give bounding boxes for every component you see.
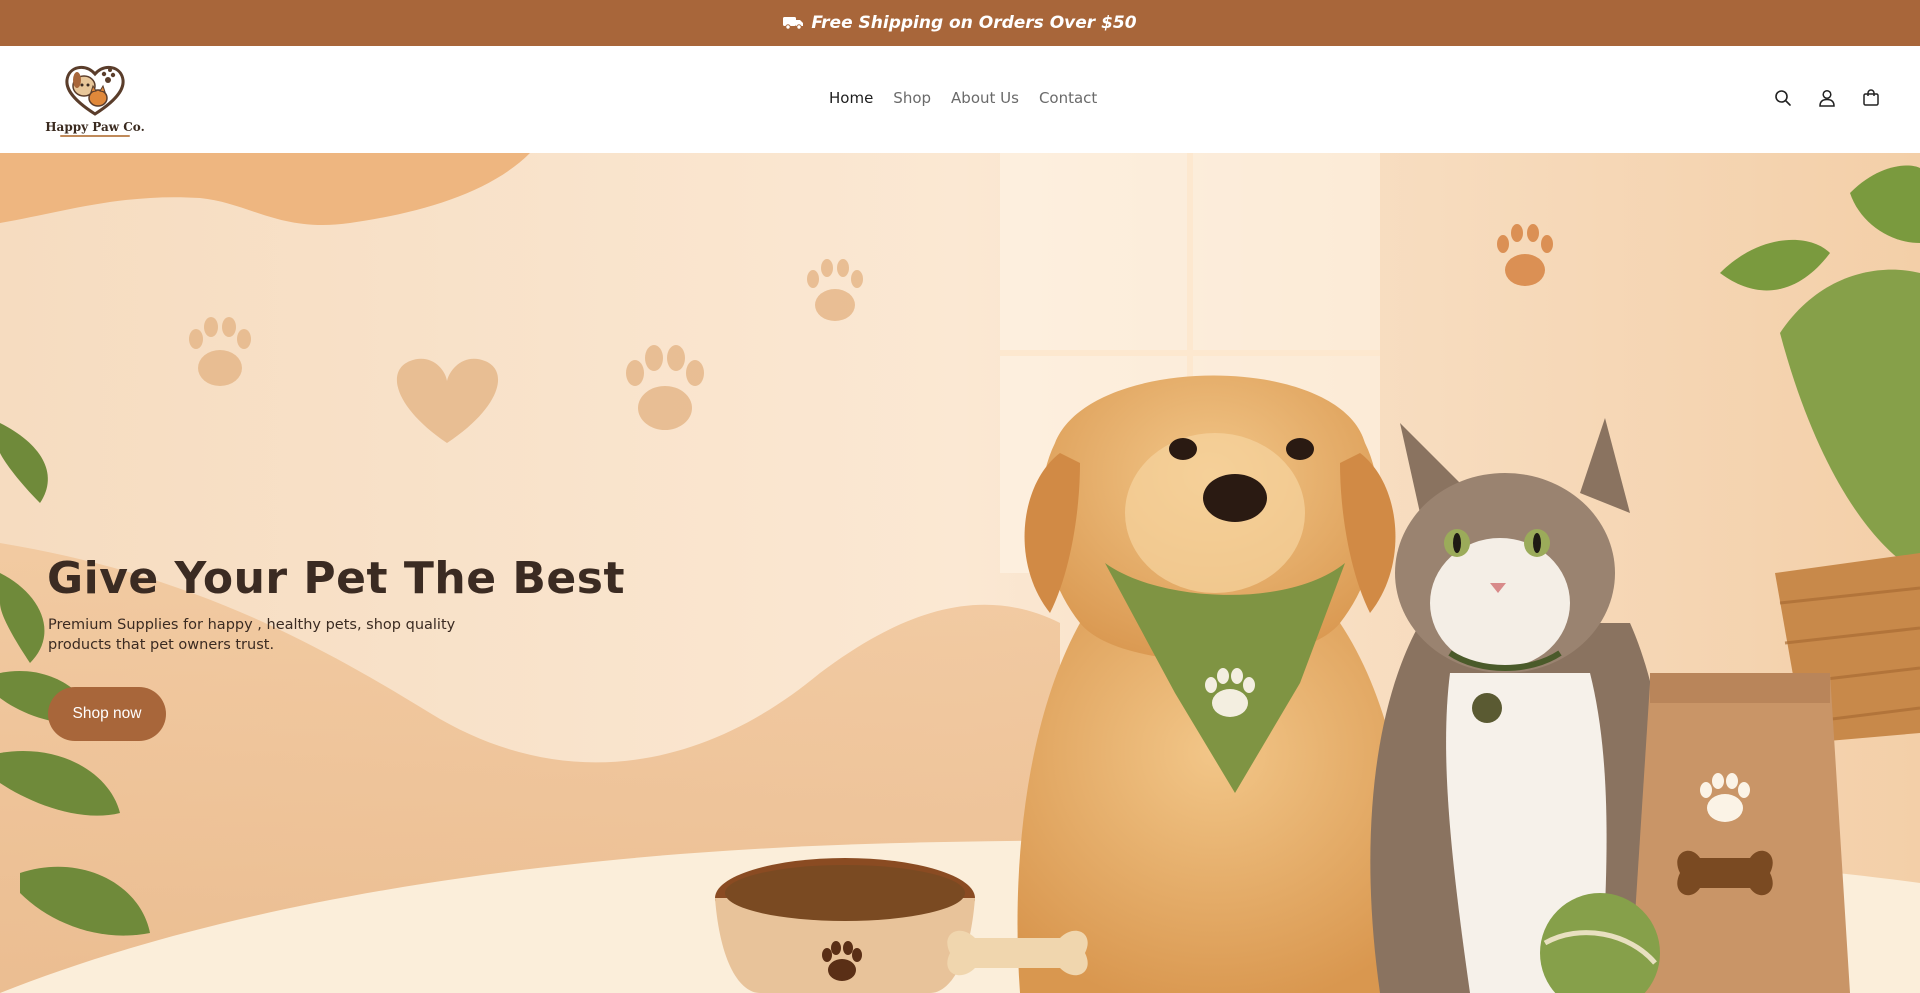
truck-icon: [783, 16, 805, 30]
account-icon[interactable]: [1816, 87, 1838, 109]
main-nav: Home Shop About Us Contact: [829, 89, 1097, 107]
header-actions: [1772, 87, 1882, 109]
search-icon[interactable]: [1772, 87, 1794, 109]
nav-contact[interactable]: Contact: [1039, 89, 1097, 107]
nav-shop[interactable]: Shop: [893, 89, 931, 107]
logo-underline: [60, 135, 130, 137]
cart-icon[interactable]: [1860, 87, 1882, 109]
hero-banner: Give Your Pet The Best Premium Supplies …: [0, 153, 1920, 993]
site-header: Happy Paw Co. Home Shop About Us Contact: [0, 46, 1920, 153]
hero-title: Give Your Pet The Best: [47, 553, 625, 604]
announcement-text: Free Shipping on Orders Over $50: [811, 13, 1137, 33]
announcement-bar: Free Shipping on Orders Over $50: [0, 0, 1920, 46]
logo-mark-icon: [65, 66, 125, 116]
brand-logo[interactable]: Happy Paw Co.: [40, 58, 150, 138]
nav-home[interactable]: Home: [829, 89, 873, 107]
shop-now-button[interactable]: Shop now: [48, 687, 166, 741]
hero-subtitle: Premium Supplies for happy , healthy pet…: [48, 617, 456, 653]
brand-name: Happy Paw Co.: [45, 120, 145, 134]
nav-about-us[interactable]: About Us: [951, 89, 1019, 107]
